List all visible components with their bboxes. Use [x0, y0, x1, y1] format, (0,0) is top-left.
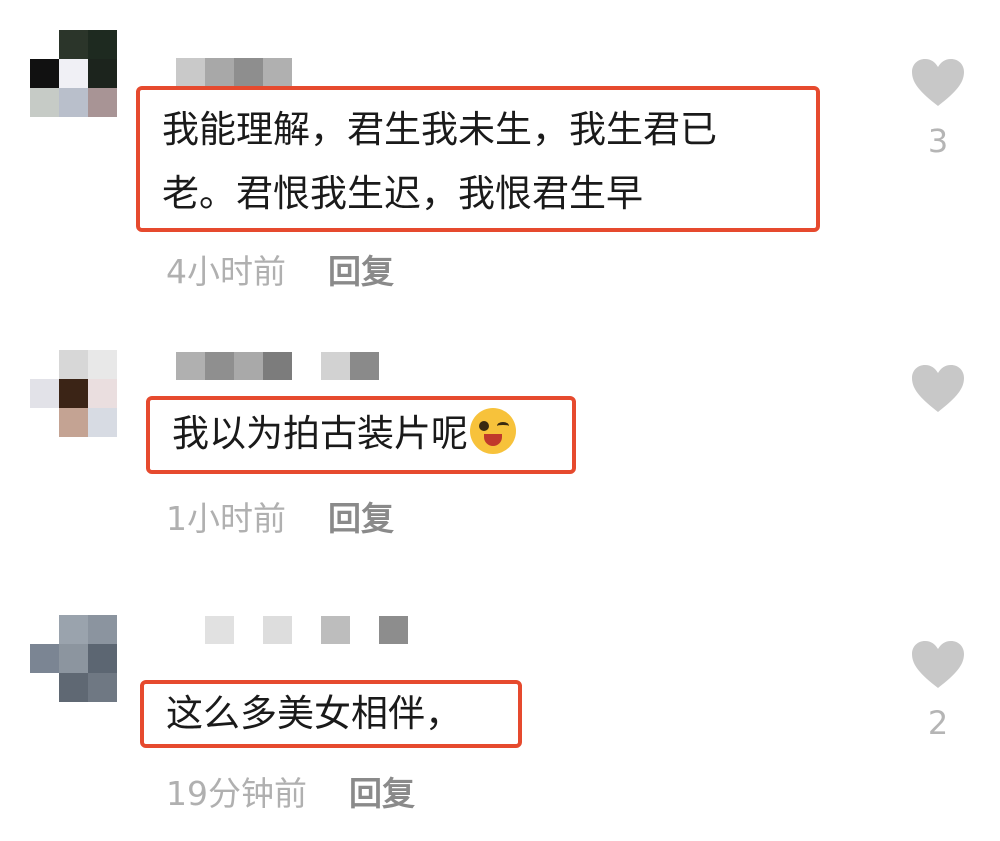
avatar-pixel [88, 615, 117, 644]
username-blurred[interactable] [176, 616, 408, 644]
avatar[interactable] [30, 615, 117, 702]
comment-meta: 19分钟前 回复 [166, 767, 415, 815]
comment-text-box: 这么多美女相伴， [140, 680, 522, 748]
avatar-pixel [30, 673, 59, 702]
username-pixel [176, 616, 205, 644]
username-pixel [263, 616, 292, 644]
username-pixel [321, 616, 350, 644]
avatar-pixel [88, 644, 117, 673]
username-pixel [350, 616, 379, 644]
username-pixel [205, 616, 234, 644]
reply-button[interactable]: 回复 [349, 774, 415, 813]
comment-text-line-1: 这么多美女相伴， [166, 692, 462, 735]
avatar-pixel [59, 644, 88, 673]
username-pixel [292, 616, 321, 644]
avatar-pixel [59, 615, 88, 644]
avatar-pixel [30, 615, 59, 644]
username-pixel [234, 616, 263, 644]
heart-icon [912, 641, 964, 688]
avatar-pixel [30, 644, 59, 673]
comment-time: 19分钟前 [166, 774, 307, 813]
avatar-pixel [88, 673, 117, 702]
like-count: 2 [927, 704, 949, 742]
username-pixel [379, 616, 408, 644]
avatar-pixel [59, 673, 88, 702]
comment-item-3: 这么多美女相伴， 19分钟前 回复 2 [0, 0, 1000, 841]
like-button[interactable]: 2 [908, 640, 968, 742]
